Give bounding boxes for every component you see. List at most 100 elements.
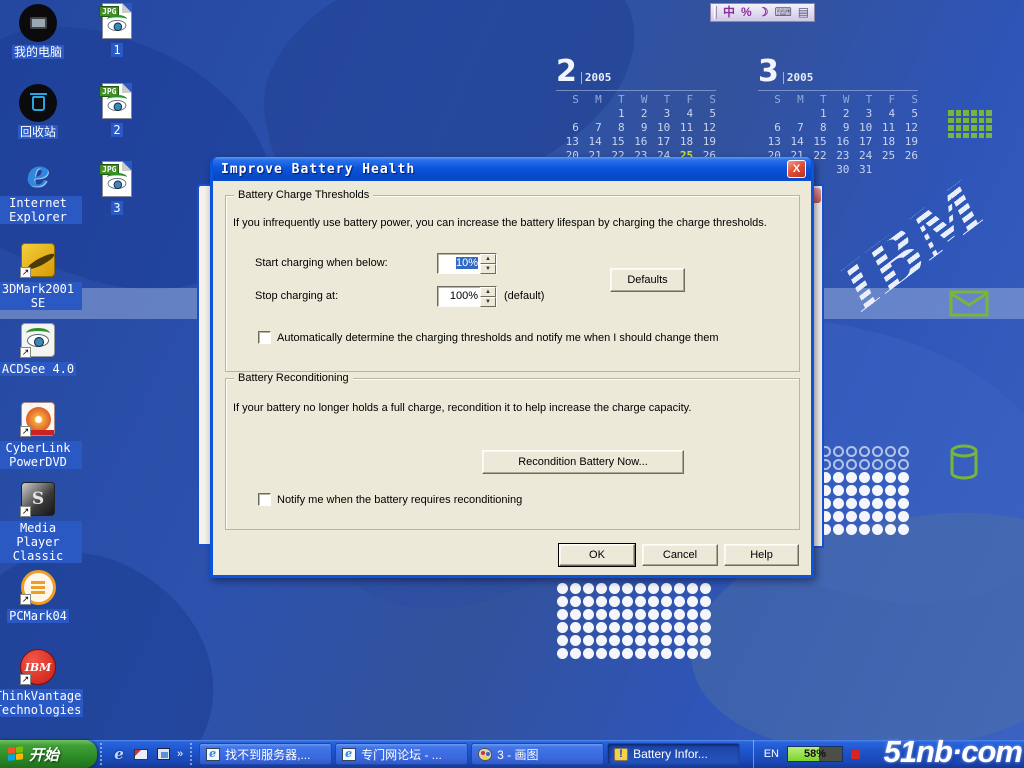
- wallpaper-dot: [661, 609, 672, 620]
- calendar-day: 6: [758, 121, 781, 135]
- calendar-day: 5: [895, 107, 918, 121]
- wallpaper-dot: [583, 635, 594, 646]
- spin-down-icon[interactable]: ▼: [480, 297, 496, 307]
- wallpaper-dot: [557, 609, 568, 620]
- calendar-weekday: S: [895, 93, 918, 107]
- calendar-day: [781, 107, 804, 121]
- ok-button[interactable]: OK: [559, 544, 635, 566]
- desktop-icon-powerdvd[interactable]: ↗ CyberLink PowerDVD: [0, 400, 82, 469]
- taskbar-task-button[interactable]: 3 - 画图: [471, 743, 604, 765]
- tic-page-icon: [342, 748, 356, 761]
- icon-label: 2: [111, 123, 122, 137]
- background-window-close-remnant: [813, 188, 821, 203]
- wallpaper-dot: [609, 596, 620, 607]
- wallpaper-dot: [859, 472, 870, 483]
- wallpaper-dot: [609, 622, 620, 633]
- fullwidth-toggle-icon[interactable]: %: [741, 5, 752, 20]
- icon-label: ACDSee 4.0: [0, 362, 76, 376]
- quick-launch-overflow-chevron[interactable]: »: [177, 748, 183, 760]
- start-charging-value[interactable]: 10%: [438, 254, 480, 273]
- spin-up-icon[interactable]: ▲: [480, 287, 496, 297]
- wallpaper-dot: [596, 635, 607, 646]
- wallpaper-dot: [859, 524, 870, 535]
- soft-keyboard-icon[interactable]: ⌨: [774, 5, 791, 20]
- battery-meter[interactable]: 58%: [787, 746, 843, 762]
- start-button[interactable]: 开始: [0, 740, 97, 768]
- tray-status-icon[interactable]: [851, 750, 860, 759]
- task-label: Battery Infor...: [633, 747, 708, 761]
- stop-charging-spinbox[interactable]: 100% ▲▼: [437, 286, 497, 307]
- desktop-icon-media-player-classic[interactable]: S↗ Media Player Classic: [0, 480, 82, 563]
- wallpaper-dot: [583, 596, 594, 607]
- wallpaper-dot: [635, 622, 646, 633]
- wallpaper-dot: [700, 609, 711, 620]
- wallpaper-dot: [833, 498, 844, 509]
- ime-menu-icon[interactable]: ▤: [798, 5, 809, 20]
- help-button[interactable]: Help: [724, 544, 799, 566]
- calendar-day: 19: [693, 135, 716, 149]
- calendar-weekday: S: [556, 93, 579, 107]
- calendar-weekday: T: [602, 93, 625, 107]
- cancel-button[interactable]: Cancel: [642, 544, 718, 566]
- dialog-titlebar[interactable]: Improve Battery Health X: [213, 157, 811, 181]
- wallpaper-dot: [674, 583, 685, 594]
- wallpaper-dot: [635, 583, 646, 594]
- internet-explorer-quicklaunch-icon[interactable]: e: [111, 746, 127, 762]
- desktop-icon-3dmark2001[interactable]: ↗ 3DMark2001 SE: [0, 241, 82, 310]
- taskbar-task-button[interactable]: 找不到服务器,...: [199, 743, 332, 765]
- language-bar-grip[interactable]: [714, 6, 717, 19]
- calendar-day: [556, 107, 579, 121]
- language-indicator[interactable]: EN: [764, 748, 779, 760]
- punctuation-toggle-icon[interactable]: ☽: [758, 5, 769, 20]
- taskbar-separator: [100, 743, 104, 765]
- taskbar-task-button[interactable]: 专门网论坛 - ...: [335, 743, 468, 765]
- desktop-icon-jpg-2[interactable]: JPG 2: [80, 82, 154, 137]
- desktop-icon-thinkvantage[interactable]: IBM↗ ThinkVantage Technologies: [0, 648, 82, 717]
- background-window-edge: [197, 184, 211, 546]
- desktop-icon-my-computer[interactable]: 我的电脑: [0, 4, 82, 59]
- spin-up-icon[interactable]: ▲: [480, 254, 496, 264]
- icon-label: 回收站: [18, 125, 58, 139]
- wallpaper-dot: [661, 583, 672, 594]
- desktop-icon-jpg-1[interactable]: JPG 1: [80, 2, 154, 57]
- jpg-file-icon: JPG: [98, 160, 136, 198]
- mail-quicklaunch-icon[interactable]: [133, 746, 149, 762]
- powerdvd-icon: ↗: [19, 400, 57, 438]
- calendar-day: 16: [625, 135, 648, 149]
- calendar-weekday: T: [647, 93, 670, 107]
- calendar-month: 2: [556, 57, 577, 87]
- recycle-bin-icon: [19, 84, 57, 122]
- show-desktop-icon[interactable]: [155, 746, 171, 762]
- calendar-day: 10: [647, 121, 670, 135]
- wallpaper-dot: [674, 609, 685, 620]
- auto-determine-label: Automatically determine the charging thr…: [277, 332, 718, 344]
- defaults-button[interactable]: Defaults: [610, 268, 685, 292]
- wallpaper-dot: [583, 609, 594, 620]
- recondition-battery-now-button[interactable]: Recondition Battery Now...: [482, 450, 684, 474]
- calendar-day: 4: [670, 107, 693, 121]
- calendar-weekday: S: [758, 93, 781, 107]
- wallpaper-dot: [700, 583, 711, 594]
- auto-determine-checkbox[interactable]: [258, 331, 271, 344]
- language-bar[interactable]: 中% ☽ ⌨ ▤: [710, 3, 815, 22]
- acdsee-icon: ↗: [19, 321, 57, 359]
- taskbar-task-button[interactable]: Battery Infor...: [607, 743, 740, 765]
- notify-reconditioning-checkbox[interactable]: [258, 493, 271, 506]
- wallpaper-dot: [648, 648, 659, 659]
- chinese-ime-indicator[interactable]: 中: [723, 5, 735, 20]
- desktop-icon-internet-explorer[interactable]: e Internet Explorer: [0, 155, 82, 224]
- start-charging-spinbox[interactable]: 10% ▲▼: [437, 253, 497, 274]
- wallpaper-dot: [700, 648, 711, 659]
- spin-down-icon[interactable]: ▼: [480, 264, 496, 274]
- start-charging-label: Start charging when below:: [255, 257, 388, 269]
- stop-charging-value[interactable]: 100%: [438, 287, 480, 306]
- desktop-icon-jpg-3[interactable]: JPG 3: [80, 160, 154, 215]
- desktop-icon-pcmark04[interactable]: ↗ PCMark04: [0, 568, 82, 623]
- tic-batt-icon: [614, 748, 628, 761]
- desktop-icon-recycle-bin[interactable]: 回收站: [0, 84, 82, 139]
- wallpaper-dot: [833, 485, 844, 496]
- wallpaper-dot: [859, 446, 870, 457]
- desktop-icon-acdsee[interactable]: ↗ ACDSee 4.0: [0, 321, 82, 376]
- close-icon[interactable]: X: [787, 160, 806, 178]
- internet-explorer-icon: e: [19, 155, 57, 193]
